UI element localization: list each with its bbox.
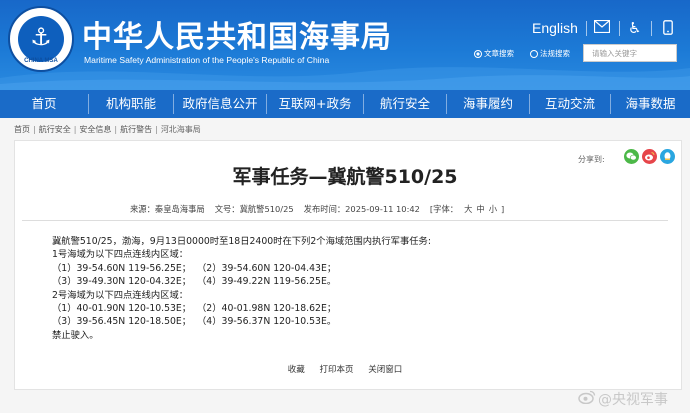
- body-line: 1号海域为以下四点连线内区域：: [52, 249, 189, 261]
- favorite-button[interactable]: 收藏: [288, 365, 305, 375]
- mobile-icon[interactable]: [663, 20, 673, 38]
- radio-unchecked-icon: [530, 50, 538, 58]
- font-size-label: [字体：: [429, 204, 459, 214]
- article-body: 冀航警510/25，渤海，9月13日0000时至18日2400时在下列2个海域范…: [52, 235, 431, 342]
- body-line: 冀航警510/25，渤海，9月13日0000时至18日2400时在下列2个海域范…: [52, 236, 431, 247]
- nav-item-interaction[interactable]: 互动交流: [530, 90, 610, 118]
- meta-divider: [22, 220, 668, 221]
- weibo-logo-icon: [578, 390, 598, 408]
- breadcrumb-separator: |: [33, 125, 36, 134]
- body-line: （1）40-01.90N 120-10.53E； （2）40-01.98N 12…: [52, 303, 337, 315]
- mail-icon[interactable]: [593, 19, 611, 36]
- watermark-text: @央视军事: [598, 392, 668, 408]
- site-subtitle: Maritime Safety Administration of the Pe…: [84, 55, 330, 65]
- nav-item-navigation-safety[interactable]: 航行安全: [364, 90, 446, 118]
- english-link[interactable]: English: [532, 20, 578, 36]
- nav-item-organization[interactable]: 机构职能: [89, 90, 173, 118]
- article-meta: 来源：秦皇岛海事局 文号：冀航警510/25 发布时间：2025-09-11 10:…: [130, 203, 514, 215]
- search-type-regulation-radio[interactable]: 法规搜索: [530, 48, 570, 59]
- main-nav: 首页 机构职能 政府信息公开 互联网+政务 航行安全 海事履约 互动交流 海事数…: [0, 90, 690, 118]
- font-size-large[interactable]: 大: [464, 204, 472, 214]
- nav-item-maritime-data[interactable]: 海事数据: [611, 90, 690, 118]
- font-size-bracket: ]: [501, 204, 505, 214]
- meta-publish-time: 发布时间：2025-09-11 10:42: [303, 204, 420, 214]
- anchor-icon: ⚓: [30, 23, 52, 51]
- breadcrumb-item[interactable]: 航行警告: [120, 125, 152, 134]
- font-size-medium[interactable]: 中: [476, 204, 484, 214]
- breadcrumb-item[interactable]: 航行安全: [39, 125, 71, 134]
- print-button[interactable]: 打印本页: [319, 365, 353, 375]
- logo-emblem: ⚓: [18, 16, 64, 62]
- breadcrumb-item[interactable]: 安全信息: [79, 125, 111, 134]
- breadcrumb-item-current[interactable]: 河北海事局: [161, 125, 201, 134]
- body-line: 2号海域为以下四点连线内区域：: [52, 289, 189, 301]
- breadcrumb-item[interactable]: 首页: [14, 125, 30, 134]
- site-header: ⚓ CHINA MSA 中华人民共和国海事局 Maritime Safety A…: [0, 0, 690, 90]
- radio-label: 文章搜索: [484, 49, 514, 58]
- radio-checked-icon: [474, 50, 482, 58]
- breadcrumb-separator: |: [114, 125, 118, 134]
- body-line: （1）39-54.60N 119-56.25E； （2）39-54.60N 12…: [52, 262, 337, 274]
- search-input[interactable]: 请输入关键字: [583, 44, 677, 62]
- font-size-small[interactable]: 小: [489, 204, 497, 214]
- body-line: 禁止驶入。: [52, 329, 99, 341]
- site-title[interactable]: 中华人民共和国海事局: [82, 12, 392, 56]
- nav-item-home[interactable]: 首页: [0, 90, 88, 118]
- nav-item-compliance[interactable]: 海事履约: [447, 90, 529, 118]
- breadcrumb-separator: |: [155, 125, 158, 134]
- divider: [619, 21, 620, 36]
- article-title: 军事任务—冀航警510/25: [232, 166, 458, 188]
- nav-item-gov-info[interactable]: 政府信息公开: [174, 90, 266, 118]
- breadcrumb: 首页 | 航行安全 | 安全信息 | 航行警告 | 河北海事局: [14, 124, 201, 135]
- body-line: （3）39-56.45N 120-18.50E； （4）39-56.37N 12…: [52, 316, 337, 328]
- meta-source: 来源：秦皇岛海事局: [130, 204, 205, 214]
- article-actions: 收藏 打印本页 关闭窗口: [0, 363, 690, 375]
- logo-text: CHINA MSA: [24, 58, 58, 64]
- divider: [586, 21, 587, 36]
- divider: [651, 21, 652, 36]
- body-line: （3）39-49.30N 120-04.32E； （4）39-49.22N 11…: [52, 276, 337, 288]
- search-type-article-radio[interactable]: 文章搜索: [474, 48, 514, 59]
- close-window-button[interactable]: 关闭窗口: [368, 365, 402, 375]
- nav-item-internet-gov[interactable]: 互联网+政务: [267, 90, 363, 118]
- radio-label: 法规搜索: [540, 49, 570, 58]
- accessibility-icon[interactable]: ♿: [628, 20, 641, 36]
- weibo-watermark: @央视军事: [578, 389, 668, 409]
- msa-logo[interactable]: ⚓ CHINA MSA: [8, 6, 74, 72]
- breadcrumb-separator: |: [73, 125, 77, 134]
- meta-doc-number: 文号：冀航警510/25: [214, 204, 294, 214]
